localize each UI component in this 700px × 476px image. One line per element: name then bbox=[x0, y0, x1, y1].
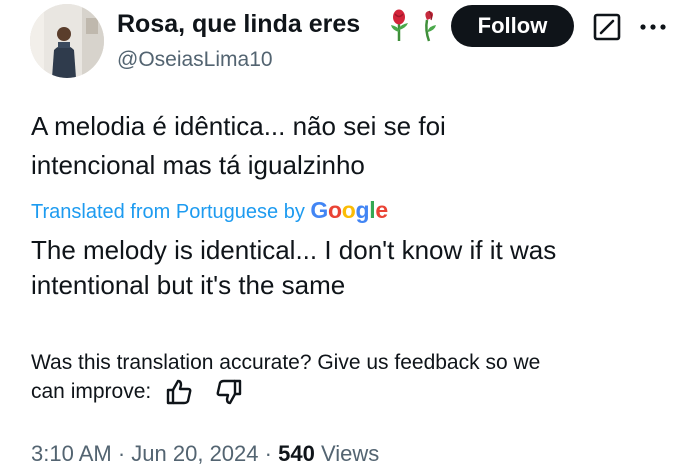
more-icon[interactable] bbox=[638, 14, 668, 40]
handle[interactable]: @OseiasLima10 bbox=[117, 47, 273, 73]
meta-separator: · bbox=[117, 441, 126, 466]
original-line-2: intencional mas tá igualzinho bbox=[31, 150, 365, 180]
feedback-line-1: Was this translation accurate? Give us f… bbox=[31, 351, 541, 374]
feedback-row: can improve: bbox=[31, 377, 671, 406]
rose-icon bbox=[391, 9, 408, 41]
wilted-rose-icon bbox=[425, 10, 436, 42]
avatar[interactable] bbox=[30, 4, 104, 78]
views-label: Views bbox=[320, 441, 380, 466]
post-date[interactable]: Jun 20, 2024 bbox=[131, 441, 258, 466]
translation-line-2: intentional but it's the same bbox=[31, 270, 346, 300]
post-time[interactable]: 3:10 AM bbox=[31, 441, 112, 466]
google-logo: Google bbox=[310, 197, 388, 223]
display-name[interactable]: Rosa, que linda eres bbox=[117, 9, 360, 39]
rose-emoji-icon bbox=[391, 9, 436, 42]
grok-icon[interactable] bbox=[593, 13, 621, 41]
translated-from-label: Translated from Portuguese by bbox=[31, 201, 305, 223]
thumbs-up-icon[interactable] bbox=[165, 378, 193, 406]
post-text-translation: The melody is identical... I don't know … bbox=[31, 233, 681, 303]
translation-feedback: Was this translation accurate? Give us f… bbox=[31, 348, 671, 406]
feedback-line-2: can improve: bbox=[31, 380, 152, 403]
views-count: 540 bbox=[278, 441, 315, 466]
follow-button[interactable]: Follow bbox=[451, 5, 574, 47]
post-meta: 3:10 AM · Jun 20, 2024 · 540 Views bbox=[31, 440, 379, 468]
avatar-photo bbox=[30, 4, 104, 78]
meta-separator: · bbox=[264, 441, 272, 466]
tweet-card: Rosa, que linda eres @OseiasLima10 Follo… bbox=[0, 0, 700, 476]
thumbs-down-icon[interactable] bbox=[215, 378, 243, 406]
translated-from-link[interactable]: Translated from Portuguese by Google bbox=[31, 196, 388, 226]
post-text-original: A melodia é idêntica... não sei se foi i… bbox=[31, 107, 671, 185]
translation-line-1: The melody is identical... I don't know … bbox=[31, 235, 557, 265]
original-line-1: A melodia é idêntica... não sei se foi bbox=[31, 111, 446, 141]
